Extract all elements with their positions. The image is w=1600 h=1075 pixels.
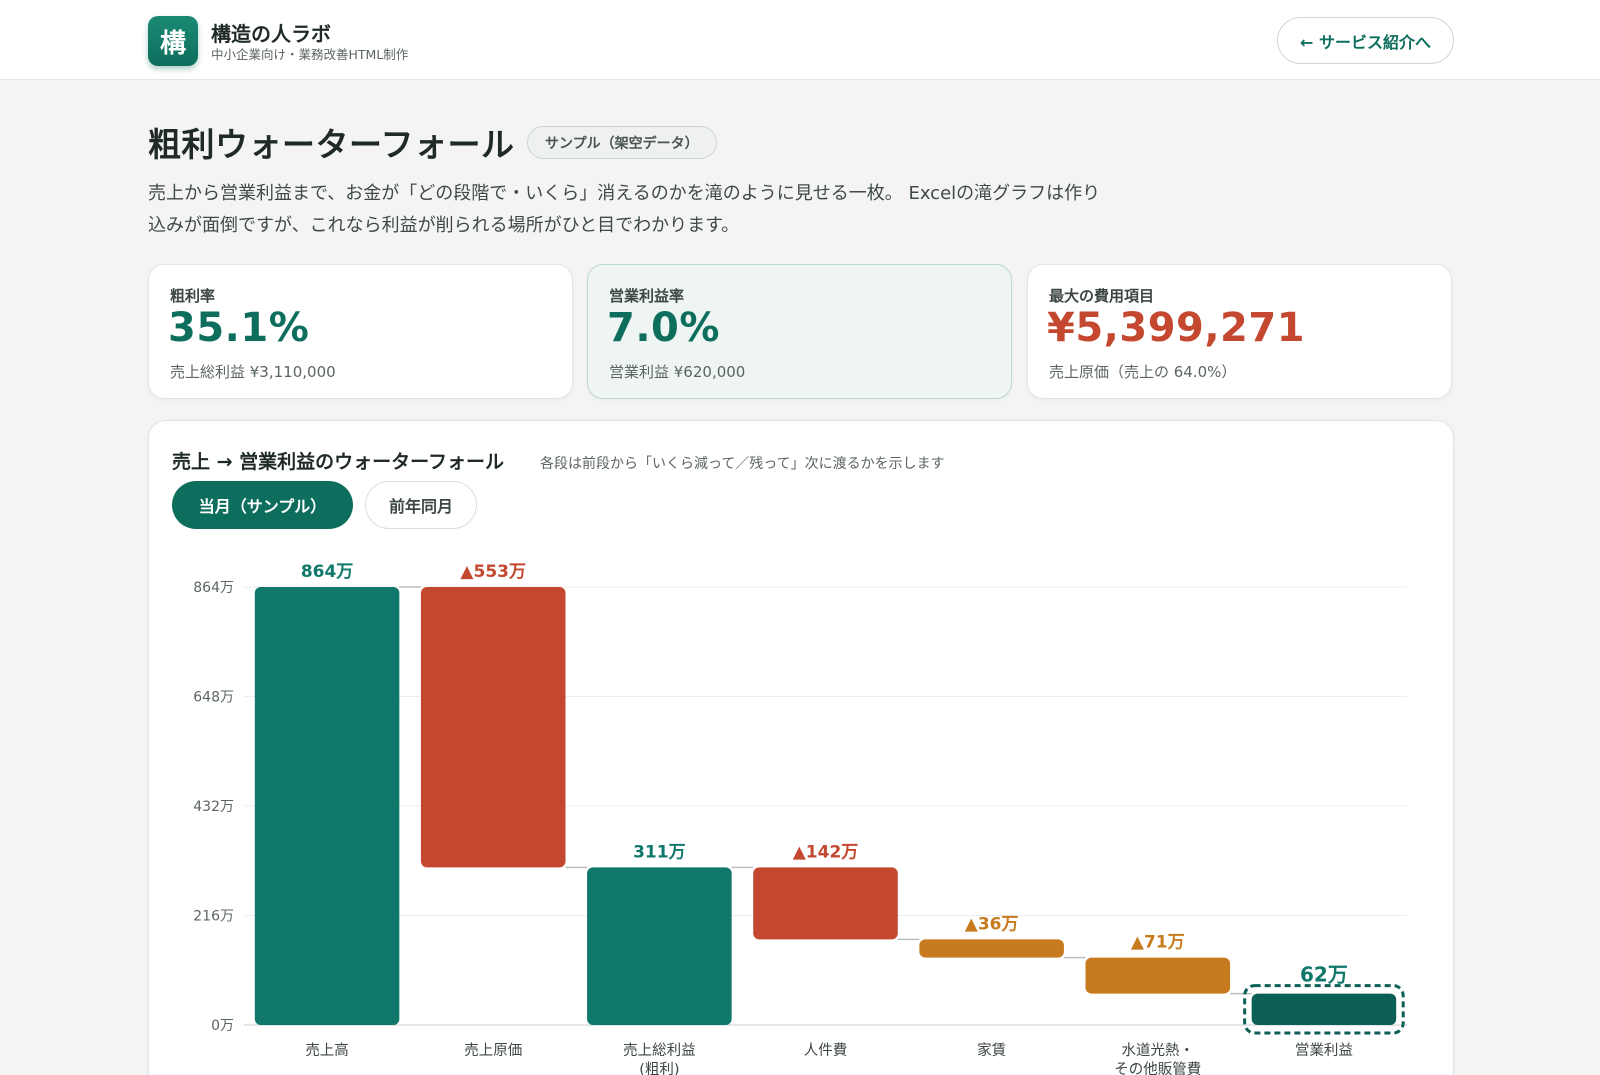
waterfall-chart: 0万 216万 432万 648万 864万 864万売上高 ▲553万売上原価 311万売上… [193,562,1407,1075]
bar-value-label: ▲553万 [460,562,526,582]
waterfall-bar [587,867,732,1025]
sample-badge: サンプル（架空データ） [527,126,717,159]
kpi-label: 最大の費用項目 [1049,287,1155,305]
x-category-label: (粗利) [639,1061,679,1075]
x-category-label: 家賃 [977,1042,1006,1059]
bar-value-label: ▲71万 [1131,933,1185,953]
bar-value-label: ▲36万 [965,914,1019,934]
kpi-sub: 売上原価（売上の 64.0%） [1049,363,1237,381]
waterfall-bar [919,939,1064,958]
kpi-card-operating-margin: 営業利益率 7.0% 営業利益 ¥620,000 [587,264,1012,399]
x-category-label: 売上総利益 [623,1042,696,1059]
waterfall-bar [254,587,400,1025]
kpi-value: ¥5,399,271 [1047,305,1306,351]
top-bar: 構 構造の人ラボ 中小企業向け・業務改善HTML制作 ← サービス紹介へ [0,0,1600,80]
waterfall-chart-card: 売上 → 営業利益のウォーターフォール 各段は前段から「いくら減って／残って」次… [148,420,1454,1075]
x-category-label: その他販管費 [1114,1061,1201,1075]
bar-value-label: 864万 [301,562,354,582]
waterfall-bar [1085,957,1231,994]
bar-value-label: 311万 [633,842,686,862]
kpi-card-gross-margin: 粗利率 35.1% 売上総利益 ¥3,110,000 [148,264,573,399]
bar-value-label: 62万 [1300,963,1348,987]
logo-icon[interactable]: 構 [148,16,198,66]
y-tick-label: 0万 [211,1018,234,1034]
y-tick-label: 864万 [193,580,234,596]
kpi-value: 7.0% [607,305,720,351]
x-category-label: 水道光熱・ [1122,1042,1195,1059]
x-category-label: 営業利益 [1295,1042,1353,1059]
kpi-label: 粗利率 [170,287,216,305]
waterfall-bar [753,867,898,940]
waterfall-bar [420,587,566,868]
page-title: 粗利ウォーターフォール [148,125,515,164]
y-tick-label: 648万 [193,690,234,706]
kpi-sub: 営業利益 ¥620,000 [609,363,746,381]
brand-name[interactable]: 構造の人ラボ [211,18,331,47]
x-category-label: 売上高 [305,1042,349,1059]
brand-tagline: 中小企業向け・業務改善HTML制作 [211,47,409,62]
page-description: 売上から営業利益まで、お金が「どの段階で・いくら」消えるのかを滝のように見せる一… [148,183,1101,236]
x-category-label: 売上原価 [464,1042,522,1059]
kpi-sub: 売上総利益 ¥3,110,000 [170,363,336,381]
x-category-label: 人件費 [804,1042,848,1059]
y-tick-label: 216万 [193,909,234,925]
bar-value-label: ▲142万 [793,842,859,862]
kpi-label: 営業利益率 [609,287,685,305]
kpi-card-largest-cost: 最大の費用項目 ¥5,399,271 売上原価（売上の 64.0%） [1027,264,1452,399]
back-to-services-button[interactable]: ← サービス紹介へ [1277,17,1454,64]
kpi-value: 35.1% [168,305,310,351]
y-tick-label: 432万 [193,799,234,815]
waterfall-bar [1251,993,1397,1025]
